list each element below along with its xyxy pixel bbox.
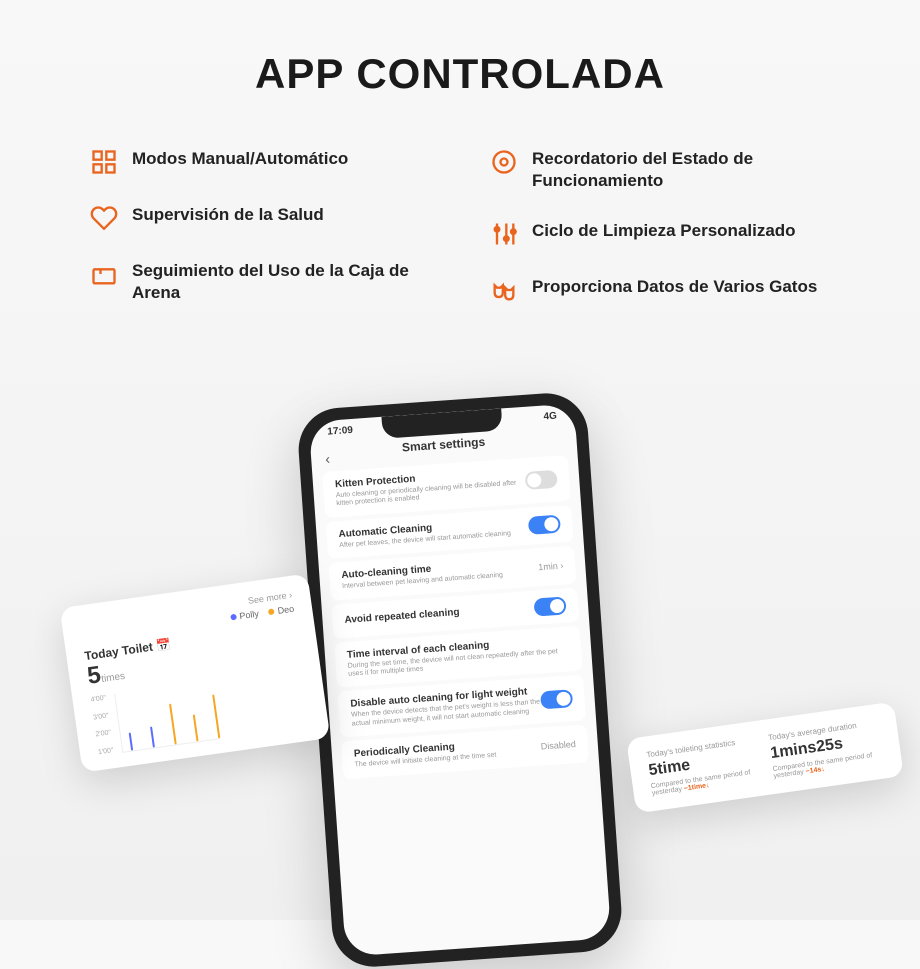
feature-label: Ciclo de Limpieza Personalizado: [532, 220, 796, 242]
feature-label: Seguimiento del Uso de la Caja de Arena: [132, 260, 430, 304]
circle-target-icon: [490, 148, 518, 176]
setting-value: 1min ›: [538, 560, 564, 572]
status-signal: 4G: [543, 411, 557, 423]
feature-modes: Modos Manual/Automático: [90, 148, 430, 176]
chart-bar: [169, 703, 177, 744]
feature-label: Recordatorio del Estado de Funcionamient…: [532, 148, 830, 192]
stat-diff: −14s↓: [805, 766, 825, 776]
stat-toilet-count: Today's toileting statistics 5time Compa…: [646, 735, 762, 797]
today-toilet-card: See more › Polly Deo Today Toilet 📅 5tim…: [60, 573, 331, 772]
toggle-switch[interactable]: [533, 596, 566, 616]
phone-screen: 17:09 4G ‹ Smart settings Kitten Protect…: [309, 403, 612, 956]
status-time: 17:09: [327, 425, 353, 438]
chart-y-axis: 4'00" 3'00" 2'00" 1'00": [90, 695, 114, 757]
features-right-column: Recordatorio del Estado de Funcionamient…: [490, 148, 830, 304]
page-header: APP CONTROLADA: [0, 0, 920, 128]
chart-bar: [150, 727, 155, 748]
phone-mockup-area: 17:09 4G ‹ Smart settings Kitten Protect…: [160, 390, 760, 920]
stats-card: Today's toileting statistics 5time Compa…: [626, 702, 904, 814]
feature-label: Modos Manual/Automático: [132, 148, 348, 170]
setting-value: Disabled: [540, 739, 576, 751]
calendar-icon: 📅: [155, 637, 172, 653]
feature-label: Supervisión de la Salud: [132, 204, 324, 226]
chart-bars: [114, 680, 220, 753]
box-icon: [90, 260, 118, 288]
toggle-switch[interactable]: [528, 515, 561, 535]
back-button[interactable]: ‹: [325, 451, 331, 467]
feature-reminder: Recordatorio del Estado de Funcionamient…: [490, 148, 830, 192]
toggle-switch[interactable]: [540, 689, 573, 709]
setting-title: Avoid repeated cleaning: [344, 602, 534, 626]
feature-cycle: Ciclo de Limpieza Personalizado: [490, 220, 830, 248]
toilet-unit: times: [101, 671, 126, 685]
chart-bar: [212, 694, 220, 738]
feature-label: Proporciona Datos de Varios Gatos: [532, 276, 817, 298]
features-left-column: Modos Manual/Automático Supervisión de l…: [90, 148, 430, 304]
features-grid: Modos Manual/Automático Supervisión de l…: [0, 128, 920, 324]
toggle-switch[interactable]: [525, 470, 558, 490]
phone-device: 17:09 4G ‹ Smart settings Kitten Protect…: [296, 391, 624, 969]
feature-health: Supervisión de la Salud: [90, 204, 430, 232]
page-title: APP CONTROLADA: [0, 50, 920, 98]
feature-multicat: Proporciona Datos de Varios Gatos: [490, 276, 830, 304]
legend-dot-a: [230, 614, 237, 621]
grid-icon: [90, 148, 118, 176]
chart-bar: [192, 715, 198, 742]
sliders-icon: [490, 220, 518, 248]
legend-dot-b: [268, 608, 275, 615]
cats-icon: [490, 276, 518, 304]
legend-label-b: Deo: [277, 604, 295, 616]
feature-tracking: Seguimiento del Uso de la Caja de Arena: [90, 260, 430, 304]
chart-bar: [128, 733, 132, 751]
stat-duration: Today's average duration 1mins25s Compar…: [768, 718, 884, 780]
heart-icon: [90, 204, 118, 232]
legend-label-a: Polly: [239, 609, 260, 622]
